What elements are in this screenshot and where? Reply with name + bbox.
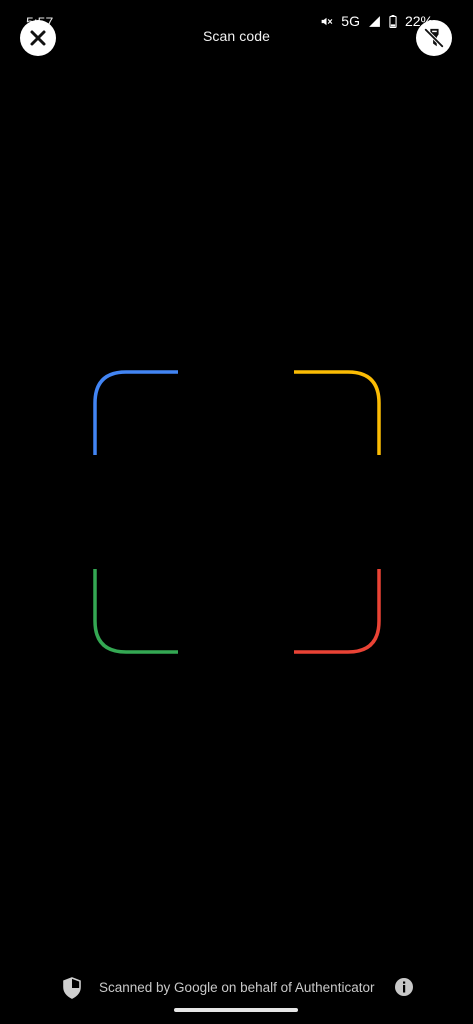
flash-off-icon [423, 27, 445, 49]
page-title: Scan code [202, 28, 271, 44]
info-icon [403, 981, 406, 993]
mute-icon [321, 17, 333, 25]
battery-icon [389, 14, 397, 28]
signal-icon [369, 15, 380, 27]
viewfinder-corner-top-left [93, 370, 178, 455]
viewfinder-corner-bottom-right [294, 569, 381, 654]
viewfinder-corner-bottom-left [93, 569, 178, 654]
info-button[interactable] [395, 978, 413, 996]
network-type: 5G [341, 13, 360, 29]
shield-icon [63, 977, 81, 999]
home-indicator[interactable] [174, 1008, 298, 1012]
flash-toggle-button[interactable] [416, 20, 452, 56]
scan-viewfinder [93, 370, 381, 654]
footer-text: Scanned by Google on behalf of Authentic… [99, 980, 375, 995]
status-icons: 5G 22% [320, 13, 433, 29]
viewfinder-corner-top-right [294, 370, 381, 455]
footer: Scanned by Google on behalf of Authentic… [0, 974, 473, 1002]
